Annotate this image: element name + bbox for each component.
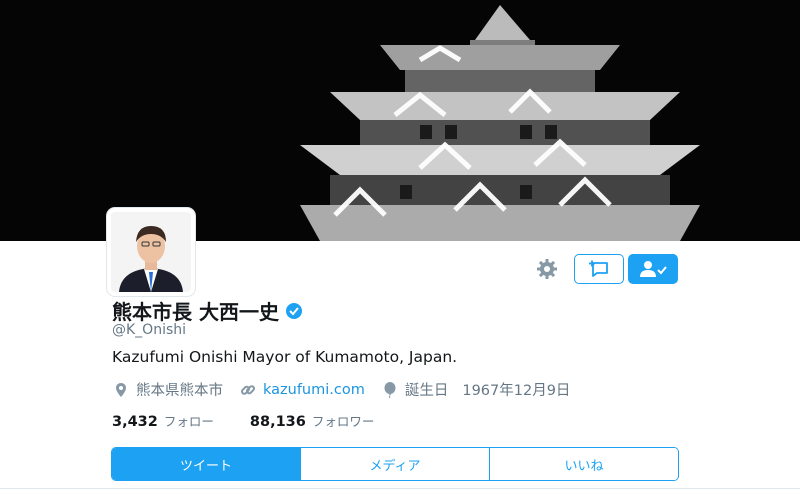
gear-icon xyxy=(537,259,557,279)
profile-tabs: ツイート メディア いいね xyxy=(111,447,679,481)
profile-meta: 熊本県熊本市 kazufumi.com 誕生日 1967年12月9日 xyxy=(112,379,570,400)
profile-stats: 3,432 フォロー 88,136 フォロワー xyxy=(112,411,374,430)
following-count[interactable]: 3,432 xyxy=(112,414,158,430)
user-following-icon xyxy=(640,261,667,277)
castle-banner-image xyxy=(0,0,800,241)
avatar-photo xyxy=(111,212,191,292)
tab-likes[interactable]: いいね xyxy=(489,448,678,480)
profile-avatar[interactable] xyxy=(107,208,195,296)
profile-website-link[interactable]: kazufumi.com xyxy=(263,382,365,398)
message-add-icon xyxy=(589,260,608,277)
profile-handle[interactable]: @K_Onishi xyxy=(112,322,186,338)
tab-tweets[interactable]: ツイート xyxy=(112,448,300,480)
followers-count[interactable]: 88,136 xyxy=(250,414,306,430)
verified-badge-icon xyxy=(285,302,302,319)
following-button[interactable] xyxy=(628,254,678,284)
divider xyxy=(0,488,800,489)
profile-location: 熊本県熊本市 xyxy=(136,383,223,399)
settings-gear-button[interactable] xyxy=(536,258,558,280)
tab-media[interactable]: メディア xyxy=(300,448,489,480)
profile-name[interactable]: 熊本市長 大西一史 xyxy=(112,296,279,325)
profile-bio: Kazufumi Onishi Mayor of Kumamoto, Japan… xyxy=(112,348,458,366)
balloon-icon xyxy=(381,381,399,398)
location-pin-icon xyxy=(112,382,130,398)
birthday-date: 1967年12月9日 xyxy=(462,383,571,399)
profile-banner xyxy=(0,0,800,241)
following-label[interactable]: フォロー xyxy=(164,411,214,430)
followers-label[interactable]: フォロワー xyxy=(312,411,375,430)
link-icon xyxy=(239,382,257,398)
profile-name-row: 熊本市長 大西一史 xyxy=(112,296,303,325)
direct-message-button[interactable] xyxy=(574,254,624,284)
birthday-label: 誕生日 xyxy=(404,383,449,399)
